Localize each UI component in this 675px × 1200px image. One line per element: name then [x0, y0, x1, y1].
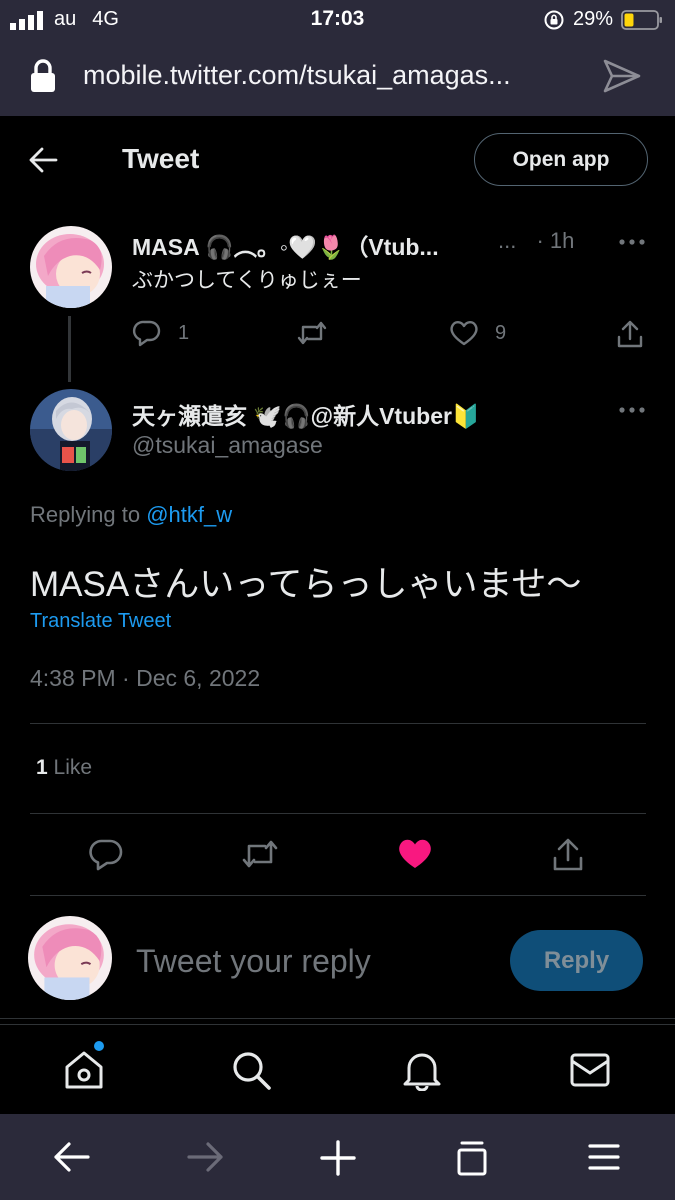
battery-icon	[621, 9, 662, 30]
back-arrow-icon[interactable]	[28, 146, 58, 174]
tabs-icon[interactable]	[455, 1140, 489, 1176]
parent-tweet-time: · 1h	[536, 228, 575, 253]
share-send-icon[interactable]	[602, 58, 642, 94]
retweet-icon[interactable]	[240, 836, 280, 872]
replying-to-prefix: Replying to	[30, 502, 147, 527]
main-author-handle[interactable]: @tsukai_amagase	[132, 432, 323, 459]
browser-toolbar	[0, 1114, 675, 1200]
parent-tweet-text: ぶかつしてくりゅじぇー	[132, 269, 362, 292]
divider	[30, 723, 646, 724]
status-bar: au 4G 17:03 29%	[0, 0, 675, 38]
forward-arrow-icon	[187, 1142, 223, 1172]
replying-to-line: Replying to @htkf_w	[30, 502, 232, 528]
url-text[interactable]: mobile.twitter.com/tsukai_amagas...	[83, 60, 511, 91]
plus-icon[interactable]	[319, 1140, 357, 1176]
reply-input[interactable]: Tweet your reply	[136, 943, 371, 980]
share-icon[interactable]	[551, 836, 585, 872]
more-options-icon[interactable]	[618, 398, 646, 422]
likes-stat[interactable]: 1 Like	[36, 756, 92, 780]
notification-dot	[94, 1041, 104, 1051]
current-user-avatar	[28, 916, 112, 1000]
orientation-lock-icon	[544, 10, 564, 29]
parent-retweet-action[interactable]	[296, 319, 344, 347]
thread-line	[68, 316, 71, 382]
tsukai-avatar[interactable]	[30, 389, 112, 471]
status-right: 29%	[543, 8, 663, 31]
battery-percent: 29%	[572, 8, 613, 30]
back-arrow-icon[interactable]	[52, 1140, 92, 1174]
more-options-icon[interactable]	[618, 230, 646, 254]
retweet-icon	[297, 321, 327, 345]
mail-icon[interactable]	[568, 1049, 612, 1091]
tweet-timestamp[interactable]: 4:38 PM · Dec 6, 2022	[30, 665, 260, 692]
search-icon[interactable]	[230, 1049, 274, 1091]
reply-icon	[132, 320, 161, 347]
main-author-name[interactable]: 天ヶ瀬遣亥 🕊️🎧@新人Vtuber🔰	[132, 397, 481, 431]
divider	[30, 813, 646, 814]
parent-like-action[interactable]: 9	[449, 319, 506, 347]
parent-name-ellipsis: ...	[498, 228, 517, 253]
replying-to-mention[interactable]: @htkf_w	[146, 502, 232, 527]
parent-share-action[interactable]	[616, 319, 644, 349]
bottom-nav	[0, 1024, 675, 1114]
heart-icon	[450, 320, 478, 346]
reply-icon[interactable]	[88, 836, 124, 872]
likes-count: 1	[36, 756, 48, 779]
browser-url-bar[interactable]: mobile.twitter.com/tsukai_amagas...	[0, 38, 675, 116]
lock-icon	[31, 59, 55, 92]
tweet-header: Tweet Open app	[0, 116, 675, 204]
divider	[30, 895, 646, 896]
divider	[0, 1018, 675, 1019]
open-app-button[interactable]: Open app	[474, 133, 648, 186]
liked-heart-icon[interactable]	[396, 836, 434, 872]
translate-tweet-link[interactable]: Translate Tweet	[30, 610, 171, 633]
share-icon	[617, 320, 643, 348]
parent-author-name[interactable]: MASA 🎧︵。◦🤍🌷（Vtub...	[132, 228, 439, 262]
page-title: Tweet	[122, 143, 200, 174]
menu-icon[interactable]	[587, 1140, 621, 1174]
parent-like-count: 9	[495, 321, 507, 344]
reply-button[interactable]: Reply	[510, 930, 643, 991]
likes-label: Like	[47, 756, 93, 779]
bell-icon[interactable]	[400, 1049, 444, 1091]
main-tweet-text: MASAさんいってらっしゃいませ〜	[30, 565, 582, 604]
parent-reply-count: 1	[178, 321, 190, 344]
parent-tweet-meta: ... · 1h	[498, 228, 574, 254]
parent-reply-action[interactable]: 1	[132, 319, 189, 347]
masa-avatar[interactable]	[30, 226, 112, 308]
home-icon[interactable]	[62, 1049, 106, 1091]
